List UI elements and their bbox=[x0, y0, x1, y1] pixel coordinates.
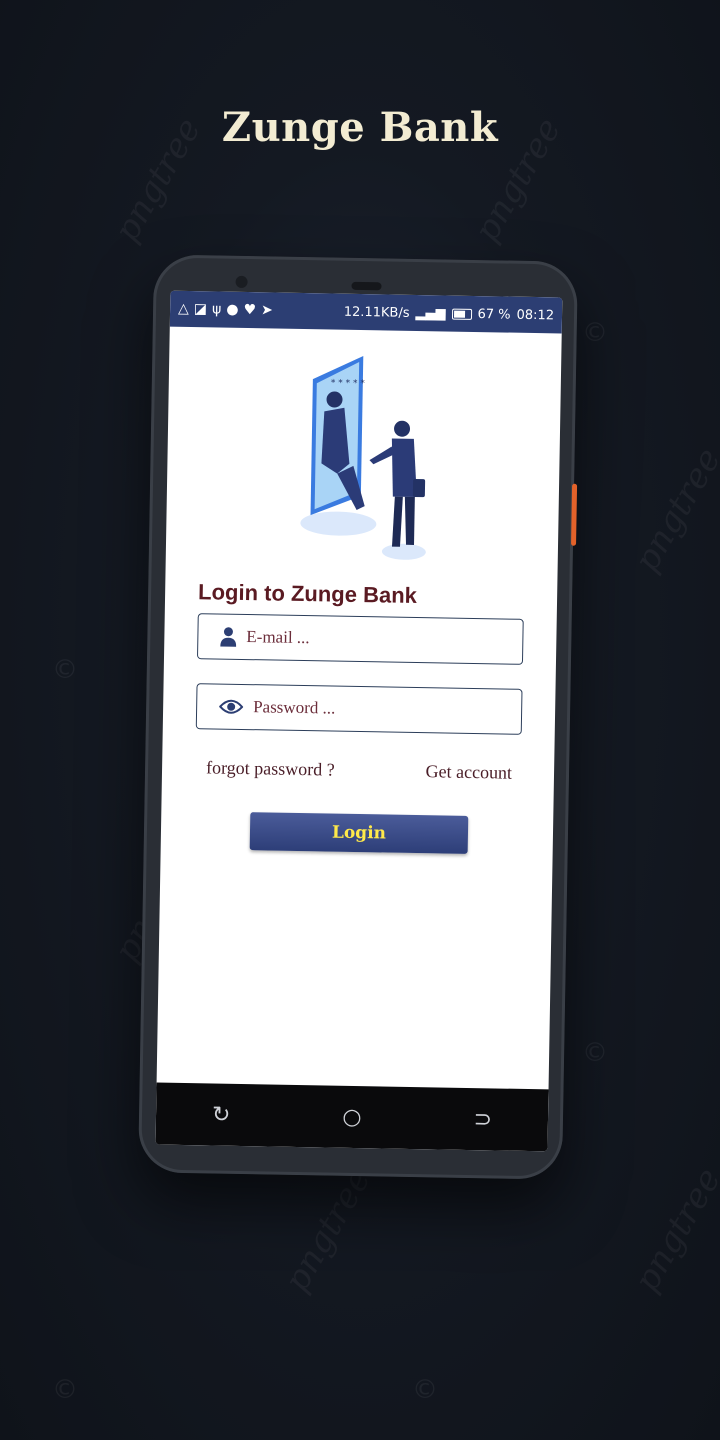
cast-icon: ◪ bbox=[193, 301, 208, 318]
battery-icon bbox=[451, 308, 472, 320]
svg-text:* * * * *: * * * * * bbox=[331, 378, 366, 389]
front-camera bbox=[235, 275, 248, 289]
account-links: forgot password ? Get account bbox=[206, 757, 512, 783]
shield-icon: ♥ bbox=[243, 301, 257, 319]
warning-icon: △ bbox=[177, 300, 190, 317]
usb-icon: ψ bbox=[211, 301, 222, 318]
system-nav-bar: ↻ ○ ⊃ bbox=[155, 1082, 549, 1152]
side-power-button bbox=[571, 483, 578, 546]
login-illustration: * * * * * bbox=[300, 356, 426, 560]
phone-mockup: △ ◪ ψ ● ♥ ➤ 12.11KB/s ▂▄▆ 67 % 08:12 * *… bbox=[138, 254, 578, 1180]
earpiece bbox=[351, 281, 382, 291]
circle-icon: ● bbox=[226, 301, 239, 318]
back-icon[interactable]: ⊃ bbox=[473, 1107, 492, 1132]
signal-icon: ▂▄▆ bbox=[415, 305, 446, 321]
watermark: pngtree bbox=[626, 441, 720, 579]
phone-screen: △ ◪ ψ ● ♥ ➤ 12.11KB/s ▂▄▆ 67 % 08:12 * *… bbox=[155, 290, 563, 1152]
status-bar: △ ◪ ψ ● ♥ ➤ 12.11KB/s ▂▄▆ 67 % 08:12 bbox=[169, 290, 563, 334]
copyright-icon: © bbox=[52, 655, 78, 685]
network-speed: 12.11KB/s bbox=[343, 304, 410, 321]
recent-apps-icon[interactable]: ↻ bbox=[212, 1102, 231, 1127]
telegram-icon: ➤ bbox=[260, 302, 274, 319]
copyright-icon: © bbox=[582, 318, 608, 348]
copyright-icon: © bbox=[52, 1375, 78, 1405]
battery-percent: 67 % bbox=[477, 306, 511, 323]
password-field[interactable]: Password ... bbox=[195, 683, 523, 735]
get-account-link[interactable]: Get account bbox=[425, 761, 512, 784]
watermark: pngtree bbox=[276, 1161, 380, 1299]
home-icon[interactable]: ○ bbox=[342, 1104, 362, 1129]
email-placeholder: E-mail ... bbox=[246, 627, 310, 648]
status-indicators: 12.11KB/s ▂▄▆ 67 % 08:12 bbox=[344, 304, 555, 323]
forgot-password-link[interactable]: forgot password ? bbox=[206, 757, 335, 780]
login-button[interactable]: Login bbox=[249, 812, 469, 854]
eye-icon[interactable] bbox=[219, 699, 244, 715]
login-heading: Login to Zunge Bank bbox=[197, 579, 418, 609]
clock: 08:12 bbox=[516, 307, 555, 323]
copyright-icon: © bbox=[412, 1375, 438, 1405]
email-field[interactable]: E-mail ... bbox=[196, 613, 524, 665]
user-icon bbox=[220, 627, 237, 647]
watermark: pngtree bbox=[626, 1161, 720, 1299]
status-icons: △ ◪ ψ ● ♥ ➤ bbox=[178, 301, 273, 319]
copyright-icon: © bbox=[582, 1038, 608, 1068]
brand-title: Zunge Bank bbox=[221, 104, 499, 151]
password-placeholder: Password ... bbox=[252, 697, 336, 718]
